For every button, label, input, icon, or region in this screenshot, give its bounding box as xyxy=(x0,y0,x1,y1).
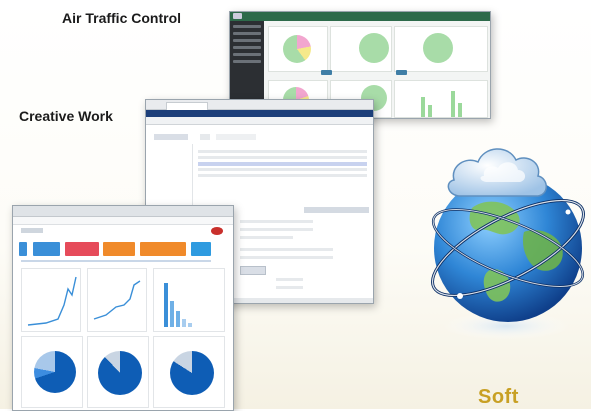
cw-panel-button[interactable] xyxy=(341,207,369,213)
dash-browser-chrome xyxy=(13,206,233,217)
cw-browser-titlebar xyxy=(146,100,373,110)
atc-bar xyxy=(451,91,455,117)
atc-sidebar-item[interactable] xyxy=(233,39,261,42)
cw-nav-button[interactable] xyxy=(200,134,210,140)
dash-pie-chart-card xyxy=(21,336,83,408)
dash-bar-chart xyxy=(164,283,192,327)
dash-logo-icon xyxy=(211,227,223,235)
atc-sidebar-item[interactable] xyxy=(233,32,261,35)
globe-with-cloud-icon xyxy=(431,148,585,340)
dash-summary-tile[interactable] xyxy=(19,242,27,256)
dash-summary-tile[interactable] xyxy=(140,242,186,256)
dash-summary-tile[interactable] xyxy=(103,242,135,256)
cw-panel-button[interactable] xyxy=(304,207,344,213)
cw-table-header xyxy=(198,150,367,153)
atc-pie-chart xyxy=(359,33,389,63)
atc-chart-panel xyxy=(330,26,392,72)
atc-chart-panel xyxy=(394,80,488,118)
cw-browser-tab[interactable] xyxy=(166,102,208,110)
label-air-traffic-control: Air Traffic Control xyxy=(62,10,182,26)
dash-pie-chart xyxy=(170,351,214,395)
cw-table-row-selected[interactable] xyxy=(198,162,367,166)
cw-toolbar-text xyxy=(216,134,256,140)
dash-line-chart-card xyxy=(87,268,147,332)
atc-sidebar-item[interactable] xyxy=(233,46,261,49)
dash-pie-chart-card xyxy=(153,336,225,408)
atc-bar xyxy=(428,105,432,117)
dash-summary-tile[interactable] xyxy=(191,242,211,256)
cw-search-field[interactable] xyxy=(154,134,188,140)
dash-bar-chart-card xyxy=(153,268,225,332)
footer-word: Soft xyxy=(478,386,519,408)
cw-form-line xyxy=(240,256,333,259)
atc-bar xyxy=(421,97,425,117)
cw-form-line xyxy=(276,278,303,281)
dash-line-chart-card xyxy=(21,268,81,332)
cw-status-bar xyxy=(234,298,373,303)
dash-summary-tile[interactable] xyxy=(33,242,60,256)
atc-action-button[interactable] xyxy=(396,70,407,75)
cw-form-button[interactable] xyxy=(240,266,266,275)
dash-address-bar[interactable] xyxy=(13,217,233,225)
cw-form-line xyxy=(240,220,313,223)
atc-title-bar xyxy=(230,12,490,21)
atc-sidebar-item[interactable] xyxy=(233,25,261,28)
dashboard-window xyxy=(12,205,234,411)
cw-table-row[interactable] xyxy=(198,156,367,159)
cw-form-line xyxy=(276,286,303,289)
dash-filter-row xyxy=(21,260,211,262)
cw-form-line xyxy=(240,228,313,231)
cw-app-header xyxy=(146,110,373,117)
atc-logo xyxy=(233,13,242,19)
atc-pie-chart xyxy=(423,33,453,63)
atc-chart-panel xyxy=(394,26,488,72)
cw-table-row[interactable] xyxy=(198,168,367,171)
dash-pie-chart-card xyxy=(87,336,149,408)
dash-pie-chart xyxy=(98,351,142,395)
cw-form-line xyxy=(240,236,293,239)
dash-line-chart xyxy=(27,276,77,326)
atc-chart-panel xyxy=(268,26,328,72)
atc-pie-chart xyxy=(283,35,311,63)
atc-sidebar-item[interactable] xyxy=(233,60,261,63)
dash-page-title xyxy=(21,228,43,233)
dash-pie-chart xyxy=(34,351,76,393)
label-creative-work: Creative Work xyxy=(19,108,113,124)
cw-table-row[interactable] xyxy=(198,174,367,177)
atc-action-button[interactable] xyxy=(321,70,332,75)
dash-line-chart xyxy=(93,280,141,320)
atc-sidebar-item[interactable] xyxy=(233,53,261,56)
cw-menu-bar xyxy=(146,117,373,125)
cw-form-line xyxy=(240,248,333,251)
atc-bar xyxy=(458,103,462,117)
dash-summary-tile[interactable] xyxy=(65,242,99,256)
